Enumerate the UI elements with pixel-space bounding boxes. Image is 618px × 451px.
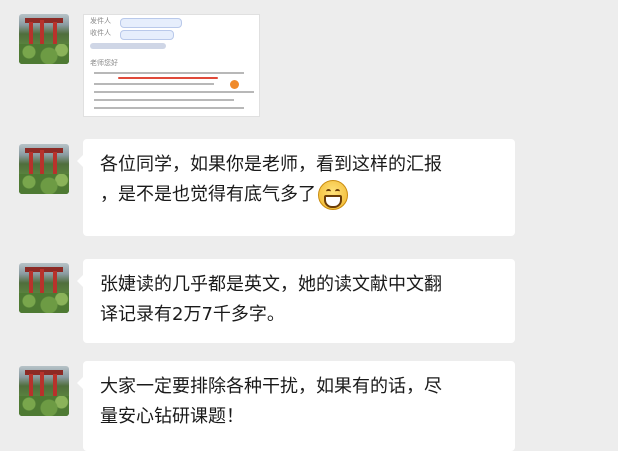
message-bubble[interactable]: 张婕读的几乎都是英文，她的读文献中文翻 译记录有2万7千多字。 [77,259,515,343]
message-text-line: 量安心钻研课题！ [100,406,244,427]
text-line [94,99,234,101]
emoji-icon [230,80,239,89]
image-message[interactable]: 发件人 收件人 老师您好 [83,14,260,117]
text-line [94,72,244,74]
avatar[interactable] [19,366,69,416]
avatar[interactable] [19,144,69,194]
email-pill [120,18,182,28]
message-bubble[interactable]: 各位同学，如果你是老师，看到这样的汇报 ，是不是也觉得有底气多了 [77,139,515,236]
message-text-line: 大家一定要排除各种干扰，如果有的话，尽 [100,376,442,397]
text-line [94,107,244,109]
text-line [94,83,214,85]
highlight-underline [118,77,218,79]
message-bubble[interactable]: 大家一定要排除各种干扰，如果有的话，尽 量安心钻研课题！ [77,361,515,451]
grin-emoji-icon [318,180,348,210]
email-pill [120,30,174,40]
email-to-label: 收件人 [90,29,111,37]
avatar[interactable] [19,14,69,64]
email-greeting: 老师您好 [90,59,118,67]
message-text-line: ，是不是也觉得有底气多了 [100,184,316,205]
attachment-row [90,43,166,49]
text-line [94,91,254,93]
message-text-line: 张婕读的几乎都是英文，她的读文献中文翻 [100,274,442,295]
avatar[interactable] [19,263,69,313]
email-from-label: 发件人 [90,17,111,25]
message-text-line: 译记录有2万7千多字。 [100,304,285,325]
message-text-line: 各位同学，如果你是老师，看到这样的汇报 [100,154,442,175]
